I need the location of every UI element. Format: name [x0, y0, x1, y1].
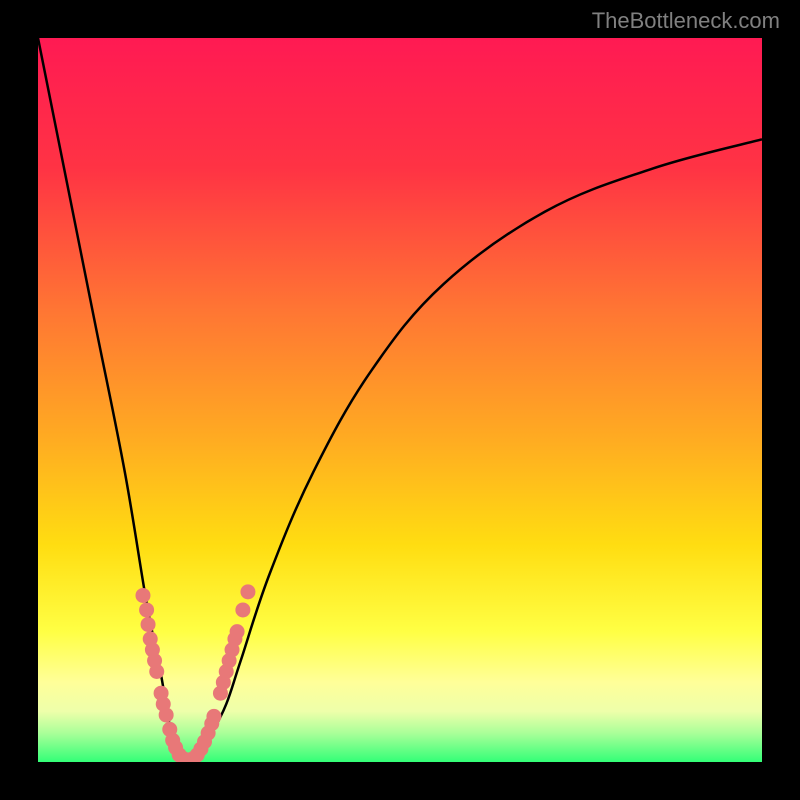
data-marker: [159, 707, 174, 722]
data-marker: [240, 584, 255, 599]
data-marker: [235, 602, 250, 617]
chart-container: [38, 38, 762, 762]
data-marker: [139, 602, 154, 617]
data-marker: [206, 709, 221, 724]
watermark-text: TheBottleneck.com: [592, 8, 780, 34]
data-marker: [149, 664, 164, 679]
chart-curve: [38, 38, 762, 762]
data-marker: [135, 588, 150, 603]
data-marker: [230, 624, 245, 639]
data-marker: [141, 617, 156, 632]
